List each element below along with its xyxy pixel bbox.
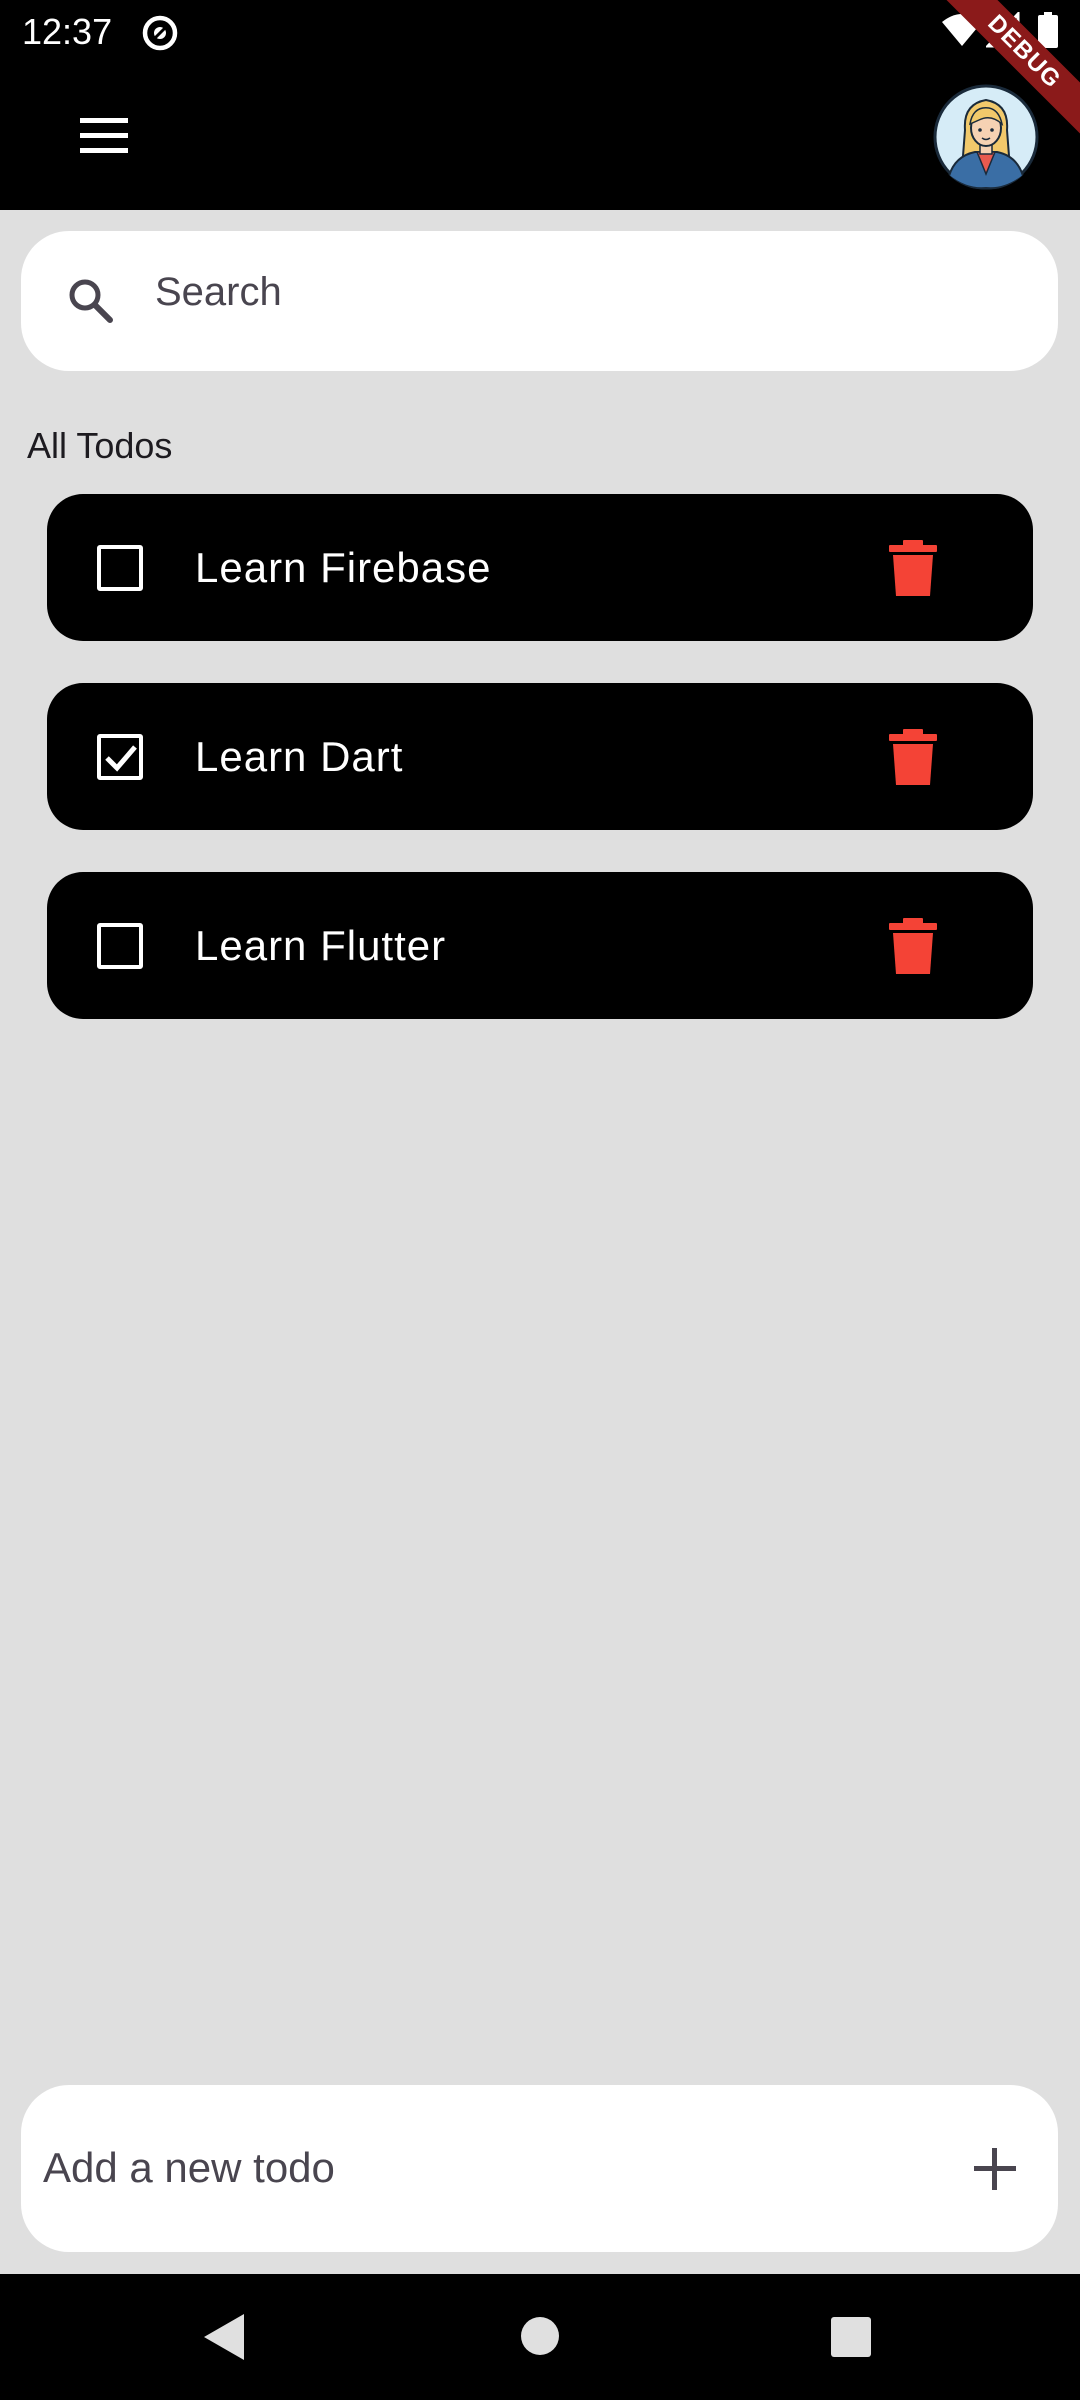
add-icon[interactable] bbox=[970, 2144, 1020, 2194]
todo-label: Learn Flutter bbox=[195, 922, 447, 969]
todo-item[interactable]: Learn Flutter bbox=[47, 872, 1033, 1019]
todo-label: Learn Dart bbox=[195, 733, 404, 780]
todo-checkbox-checked[interactable] bbox=[97, 734, 143, 780]
battery-icon bbox=[1038, 12, 1058, 48]
todo-checkbox[interactable] bbox=[97, 923, 143, 969]
status-time: 12:37 bbox=[22, 11, 113, 52]
todo-checkbox[interactable] bbox=[97, 545, 143, 591]
delete-icon[interactable] bbox=[887, 729, 939, 785]
delete-icon[interactable] bbox=[887, 918, 939, 974]
todo-item[interactable]: Learn Dart bbox=[47, 683, 1033, 830]
home-icon[interactable] bbox=[520, 2316, 560, 2356]
app-bar: 12:37 bbox=[0, 0, 1080, 210]
app-notification-icon bbox=[142, 15, 178, 51]
section-title: All Todos bbox=[27, 425, 173, 466]
user-avatar[interactable] bbox=[933, 84, 1039, 190]
add-todo-input[interactable] bbox=[43, 2126, 923, 2210]
delete-icon[interactable] bbox=[887, 540, 939, 596]
search-icon bbox=[69, 279, 113, 323]
back-icon[interactable] bbox=[202, 2312, 246, 2362]
recents-icon[interactable] bbox=[830, 2316, 872, 2358]
todo-label: Learn Firebase bbox=[195, 544, 492, 591]
screen: 12:37 DEBUG Search All Todos Learn Fireb… bbox=[0, 0, 1080, 2400]
todo-item[interactable]: Learn Firebase bbox=[47, 494, 1033, 641]
search-input[interactable] bbox=[155, 252, 1015, 332]
signal-icon bbox=[986, 12, 1020, 48]
wifi-icon bbox=[942, 14, 982, 46]
checkmark-icon bbox=[105, 745, 137, 772]
hamburger-menu-icon[interactable] bbox=[76, 112, 132, 160]
